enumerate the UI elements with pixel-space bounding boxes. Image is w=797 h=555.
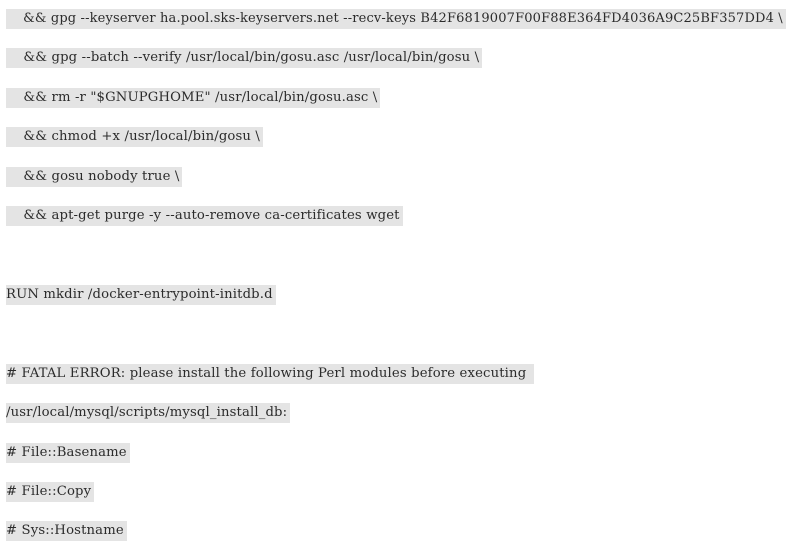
code-line-apt-get-purge: && apt-get purge -y --auto-remove ca-cer…: [6, 206, 403, 226]
code-line-fatal-error: # FATAL ERROR: please install the follow…: [6, 364, 534, 384]
code-line-file-copy: # File::Copy: [6, 482, 95, 502]
code-line-install-db-path: /usr/local/mysql/scripts/mysql_install_d…: [6, 403, 291, 423]
document-page: && gpg --keyserver ha.pool.sks-keyserver…: [0, 0, 797, 555]
code-line-sys-hostname: # Sys::Hostname: [6, 521, 127, 541]
code-line-rm-gnupghome: && rm -r "$GNUPGHOME" /usr/local/bin/gos…: [6, 88, 381, 108]
code-line-chmod-gosu: && chmod +x /usr/local/bin/gosu \: [6, 127, 264, 147]
code-line-run-mkdir: RUN mkdir /docker-entrypoint-initdb.d: [6, 285, 276, 305]
code-line-file-basename: # File::Basename: [6, 443, 130, 463]
code-line-gpg-verify: && gpg --batch --verify /usr/local/bin/g…: [6, 48, 483, 68]
code-line-gpg-recv-keys: && gpg --keyserver ha.pool.sks-keyserver…: [6, 9, 786, 29]
code-line-gosu-nobody: && gosu nobody true \: [6, 167, 183, 187]
